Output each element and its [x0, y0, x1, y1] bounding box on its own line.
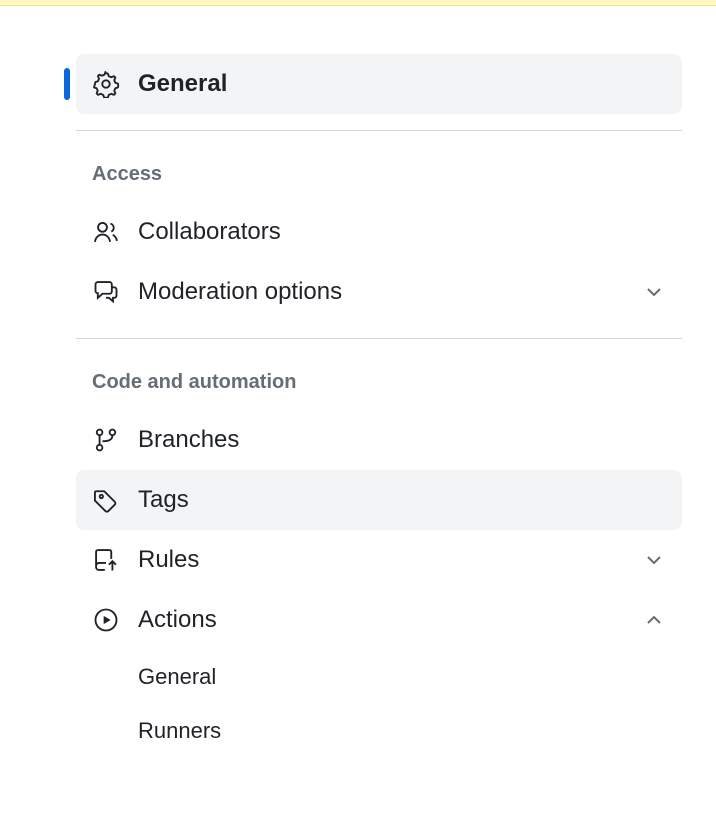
nav-tags-label: Tags: [138, 486, 666, 514]
nav-actions-runners-label: Runners: [138, 718, 221, 744]
nav-collaborators[interactable]: Collaborators: [76, 202, 682, 262]
divider: [76, 338, 682, 339]
nav-branches[interactable]: Branches: [76, 410, 682, 470]
chevron-up-icon: [642, 608, 666, 632]
nav-general[interactable]: General: [76, 54, 682, 114]
nav-actions-general[interactable]: General: [76, 650, 682, 704]
nav-actions-general-label: General: [138, 664, 216, 690]
nav-actions-runners[interactable]: Runners: [76, 704, 682, 758]
divider: [76, 130, 682, 131]
tag-icon: [92, 486, 120, 514]
comment-discussion-icon: [92, 278, 120, 306]
nav-tags[interactable]: Tags: [76, 470, 682, 530]
nav-actions-label: Actions: [138, 606, 624, 634]
nav-collaborators-label: Collaborators: [138, 218, 666, 246]
nav-branches-label: Branches: [138, 426, 666, 454]
chevron-down-icon: [642, 280, 666, 304]
chevron-down-icon: [642, 548, 666, 572]
nav-actions[interactable]: Actions: [76, 590, 682, 650]
nav-moderation-label: Moderation options: [138, 278, 624, 306]
settings-sidebar: General Access Collaborators Moderation …: [0, 6, 716, 758]
nav-rules-label: Rules: [138, 546, 624, 574]
repo-push-icon: [92, 546, 120, 574]
people-icon: [92, 218, 120, 246]
section-header-access: Access: [76, 155, 682, 202]
nav-general-label: General: [138, 70, 666, 98]
nav-moderation[interactable]: Moderation options: [76, 262, 682, 322]
play-circle-icon: [92, 606, 120, 634]
nav-rules[interactable]: Rules: [76, 530, 682, 590]
section-header-code: Code and automation: [76, 363, 682, 410]
gear-icon: [92, 70, 120, 98]
git-branch-icon: [92, 426, 120, 454]
